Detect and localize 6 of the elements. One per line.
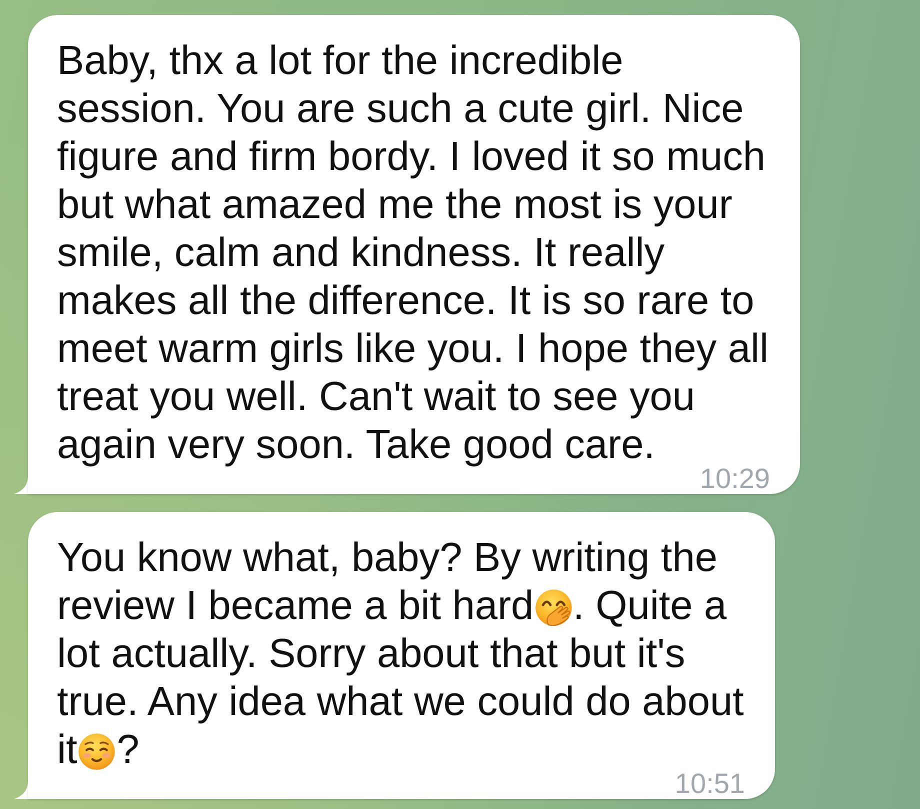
smiling-face-icon [78, 732, 116, 770]
message-text: Baby, thx a lot for the incredible session. You are such a cute girl. Nice figure and firm bordy. I loved it so much but what amazed me the most is your smile, calm and kindness. It really makes all the difference. It is so rare to meet warm girls like you. I hope they all treat you well. Can't wait to see you again very soon. Take good care. [57, 36, 770, 468]
hand-over-mouth-face-icon [534, 588, 572, 626]
message-text: You know what, baby? By writing the review I became a bit hard . Quite a lot actually. Sorry about that but it's true. Any idea what we could do about it ? [57, 533, 745, 773]
message-time: 10:29 [700, 468, 770, 489]
message-time: 10:51 [674, 773, 745, 794]
